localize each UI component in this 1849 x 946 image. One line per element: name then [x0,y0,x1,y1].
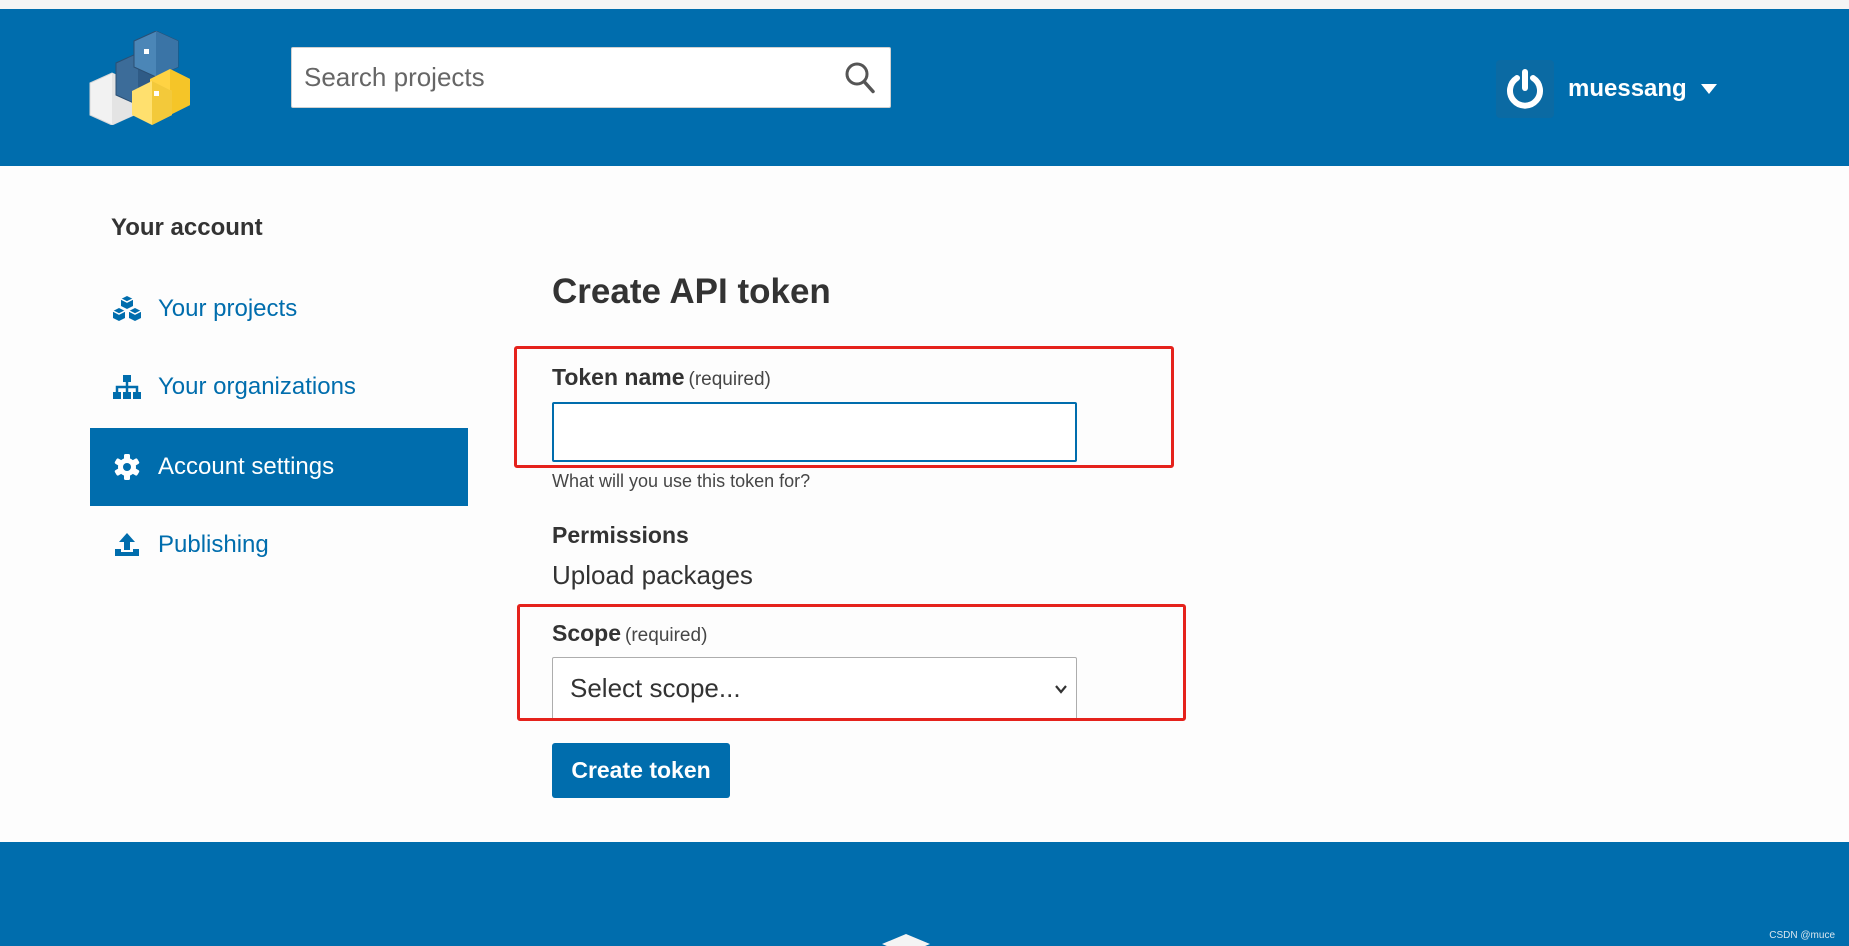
sidebar-title: Your account [111,214,263,241]
sidebar-item-label: Your organizations [158,373,356,400]
required-note: (required) [688,369,771,390]
scope-label-text: Scope [552,620,622,646]
caret-down-icon [1700,84,1717,94]
main-content: Your account Your projects Your organiza… [0,166,1849,842]
permissions-label: Permissions [552,522,689,548]
search-input[interactable] [292,48,890,107]
search-icon[interactable] [844,61,876,95]
top-strip [0,0,1849,9]
cubes-icon [112,294,142,324]
required-note: (required) [625,625,708,646]
sitemap-icon [112,372,142,402]
token-name-label: Token name (required) [552,364,771,391]
scope-selected-value: Select scope... [570,673,741,703]
site-footer: CSDN @muce [0,842,1849,946]
sidebar-item-publishing[interactable]: Publishing [90,506,468,584]
chevron-down-icon [1055,685,1067,694]
sidebar-item-your-organizations[interactable]: Your organizations [90,348,468,426]
token-name-help: What will you use this token for? [552,471,811,491]
scope-label: Scope (required) [552,620,707,647]
power-icon [1507,69,1543,109]
username: muessang [1568,75,1687,102]
permissions-value: Upload packages [552,560,753,590]
page-title: Create API token [552,272,831,311]
sidebar-item-label: Your projects [158,295,298,322]
avatar [1496,60,1554,118]
pypi-logo[interactable] [86,30,190,126]
sidebar-item-account-settings[interactable]: Account settings [90,428,468,506]
pypi-footer-logo-icon [882,934,930,946]
gear-icon [112,452,142,482]
token-name-label-text: Token name [552,364,685,390]
sidebar-item-label: Account settings [158,453,335,480]
pypi-logo-icon [89,30,190,126]
user-menu[interactable]: muessang [1496,59,1717,119]
watermark: CSDN @muce [1769,930,1835,941]
search-box [291,47,891,108]
scope-select[interactable]: Select scope... [552,657,1077,720]
create-token-button[interactable]: Create token [552,743,730,798]
sidebar-item-your-projects[interactable]: Your projects [90,270,468,348]
site-header: muessang [0,9,1849,166]
upload-icon [112,530,142,560]
token-name-input[interactable] [552,402,1077,462]
sidebar-item-label: Publishing [158,531,269,558]
